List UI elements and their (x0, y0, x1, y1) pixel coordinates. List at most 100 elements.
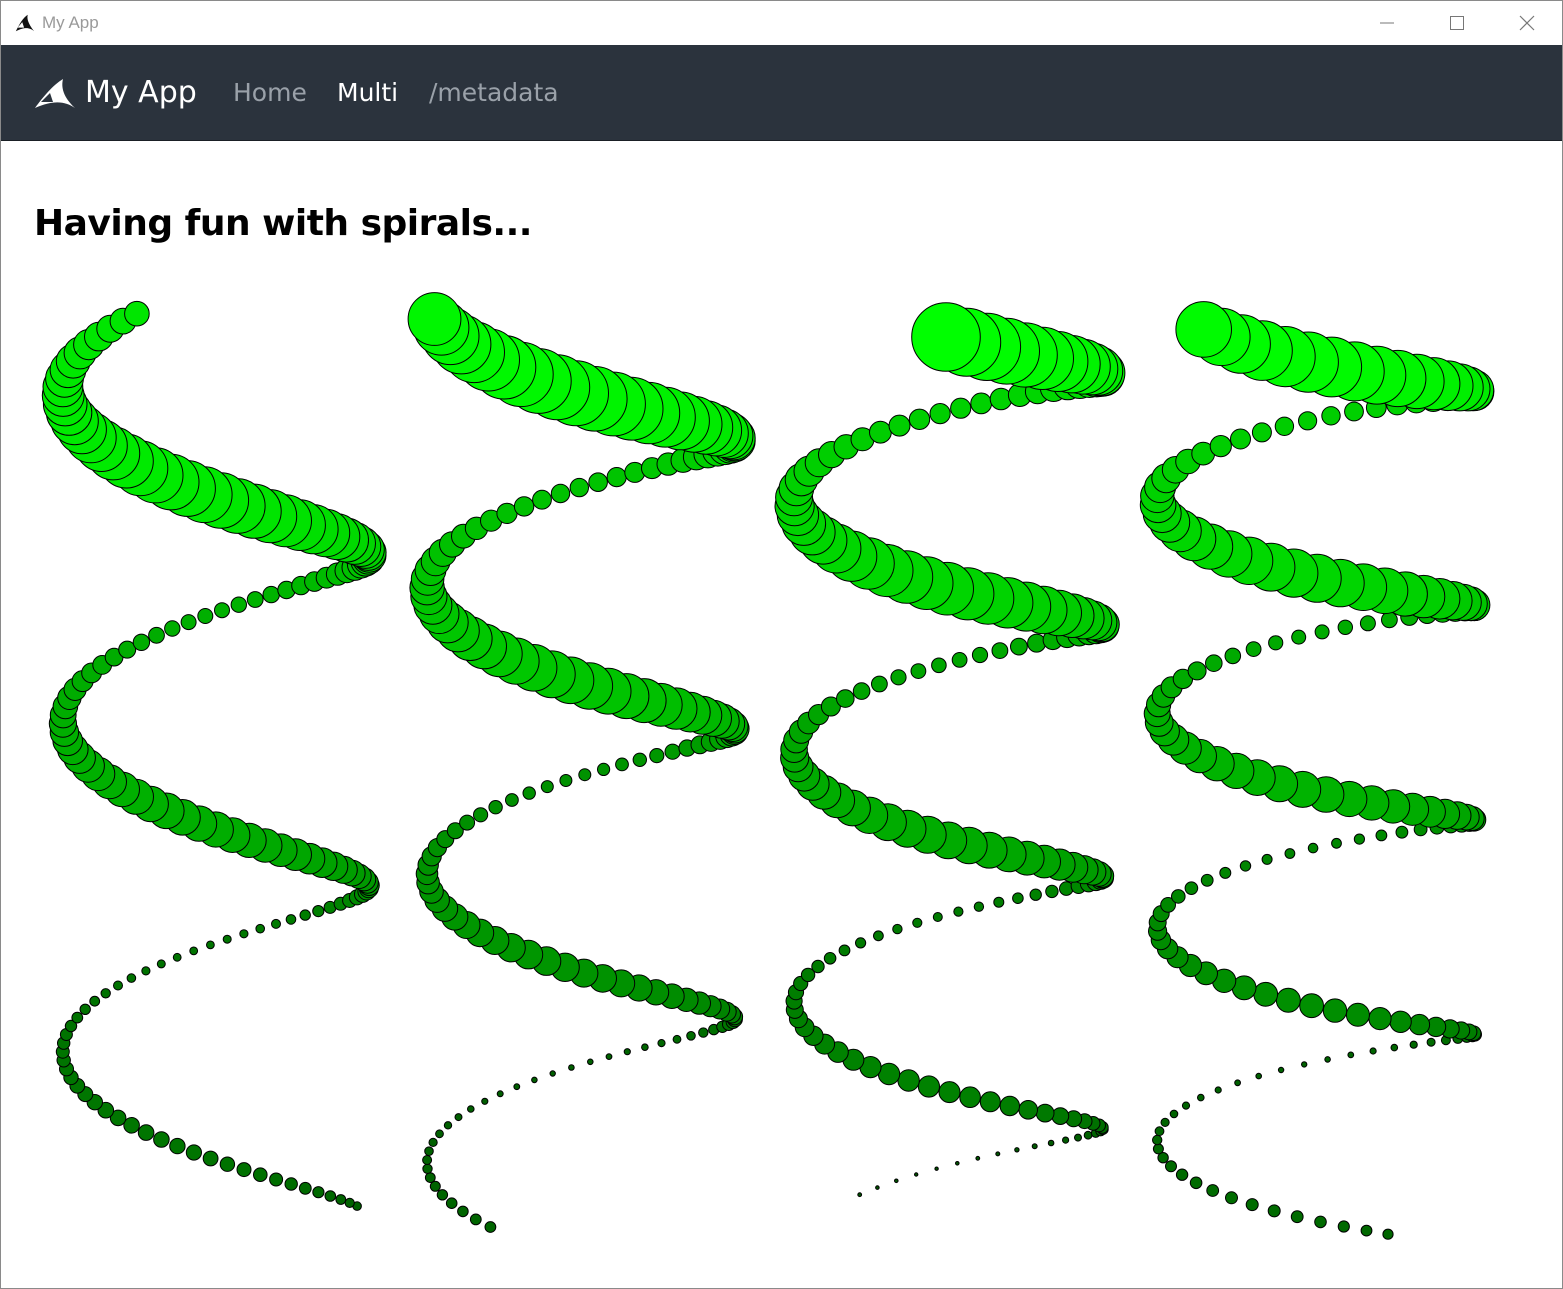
spiral-dot (324, 1190, 337, 1202)
spiral-dot (531, 1076, 538, 1084)
spiral-dot (1224, 647, 1242, 665)
spiral-dot (1189, 1176, 1203, 1190)
spiral-dot (657, 1039, 666, 1048)
spiral-dot (955, 1161, 960, 1166)
spiral-dot (1298, 411, 1318, 431)
spiral-dot (156, 959, 166, 969)
spiral-dot (299, 909, 311, 921)
spiral-dot (284, 1177, 298, 1191)
spiral-dot (1012, 892, 1024, 905)
spiral-dot (664, 743, 681, 760)
spiral-dot (1175, 301, 1232, 358)
spiral-dot (929, 403, 951, 425)
spiral-dot (908, 408, 931, 430)
spiral-dot (1360, 1224, 1373, 1237)
spiral-dot (180, 614, 197, 631)
spiral-dot (1230, 428, 1251, 450)
spiral-dot (897, 1069, 920, 1092)
spiral-dot (1337, 619, 1354, 635)
spiral-dot (269, 1172, 284, 1187)
spiral-dot (1197, 1093, 1205, 1102)
spiral-dot (522, 786, 536, 800)
spiral-dot (239, 929, 249, 939)
spiral-dot (540, 780, 554, 794)
spiral-dot (285, 914, 297, 925)
spiral-dot (1369, 1047, 1377, 1055)
spiral-dot (312, 1186, 325, 1199)
spiral-dot (1382, 1228, 1394, 1240)
spiral-dot (71, 1011, 84, 1024)
spiral-dot (912, 917, 923, 928)
spiral-dot (246, 591, 264, 608)
spiral-dot (428, 1137, 438, 1148)
spiral-dot (1239, 860, 1252, 872)
app-window: My App My App Home Multi /metadata Havin… (0, 0, 1563, 1289)
spiral-dot (230, 596, 248, 613)
spiral-dot (875, 1185, 880, 1190)
spiral-dot (973, 901, 985, 912)
spiral-dot (473, 807, 489, 823)
spiral-dot (137, 1124, 155, 1141)
spiral-dot (649, 748, 665, 764)
spiral-dot (445, 1197, 458, 1209)
spiral-dot (852, 682, 871, 700)
spiral-dot (888, 414, 911, 437)
spiral-panel-2 (407, 292, 756, 1233)
spiral-dot (1275, 987, 1301, 1013)
spiral-dot (488, 800, 503, 815)
spiral-dot (991, 642, 1009, 659)
spiral-dot (1347, 1051, 1355, 1059)
spiral-dot (126, 973, 137, 983)
spiral-dot (219, 1156, 236, 1172)
spiral-dot (1381, 611, 1398, 629)
spiral-dot (422, 1155, 433, 1165)
spiral-dot (271, 918, 281, 929)
spiral-dot (169, 1137, 186, 1155)
spiral-dot (1152, 1143, 1164, 1155)
spiral-dot (917, 1075, 941, 1098)
spiral-dot (1337, 1220, 1350, 1233)
spiral-dot (995, 1151, 1001, 1157)
spiral-dot (113, 980, 123, 991)
spiral-dot (344, 1197, 355, 1209)
spiral-dot (1344, 401, 1364, 422)
spiral-dot (1206, 1184, 1220, 1197)
spiral-dot (1409, 1040, 1418, 1049)
spiral-dot (429, 1180, 441, 1192)
spiral-dot (931, 657, 947, 674)
spiral-dot (938, 1081, 961, 1104)
spiral-dot (1268, 635, 1284, 651)
spiral-dot (172, 952, 182, 962)
spiral-dot (1219, 866, 1232, 879)
spiral-dot (1426, 1037, 1436, 1047)
spiral-dot (698, 1027, 709, 1038)
spiral-dot (1389, 1010, 1412, 1033)
spiral-dot (236, 1162, 252, 1178)
spiral-dot (1160, 1117, 1170, 1128)
spiral-dot (1353, 833, 1366, 845)
spiral-dot (1181, 1101, 1191, 1110)
spiral-dot (959, 1086, 981, 1108)
spiral-dot (1171, 889, 1186, 904)
spiral-dot (979, 1091, 1001, 1113)
spiral-dot (1368, 1007, 1392, 1031)
spiral-dot (435, 1129, 444, 1139)
spiral-dot (532, 489, 552, 510)
spiral-dot (894, 1178, 899, 1184)
spiral-panel-1 (41, 300, 387, 1211)
spiral-dot (513, 1083, 521, 1091)
spiral-dot (202, 1150, 219, 1167)
spiral-dot (1307, 842, 1319, 854)
spiral-dot (1234, 1079, 1241, 1087)
spiral-dot (79, 1003, 91, 1015)
spiral-dot (1314, 1215, 1327, 1229)
spiral-dot (1408, 1013, 1431, 1036)
spiral-dot (335, 1194, 347, 1205)
spiral-dot (1074, 1133, 1082, 1142)
spirals-canvas (41, 292, 1495, 1240)
spiral-dot (1187, 661, 1207, 681)
spiral-dot (672, 1034, 682, 1044)
spiral-dot (838, 944, 851, 957)
spiral-dot (975, 1155, 981, 1161)
spiral-dot (588, 472, 608, 493)
